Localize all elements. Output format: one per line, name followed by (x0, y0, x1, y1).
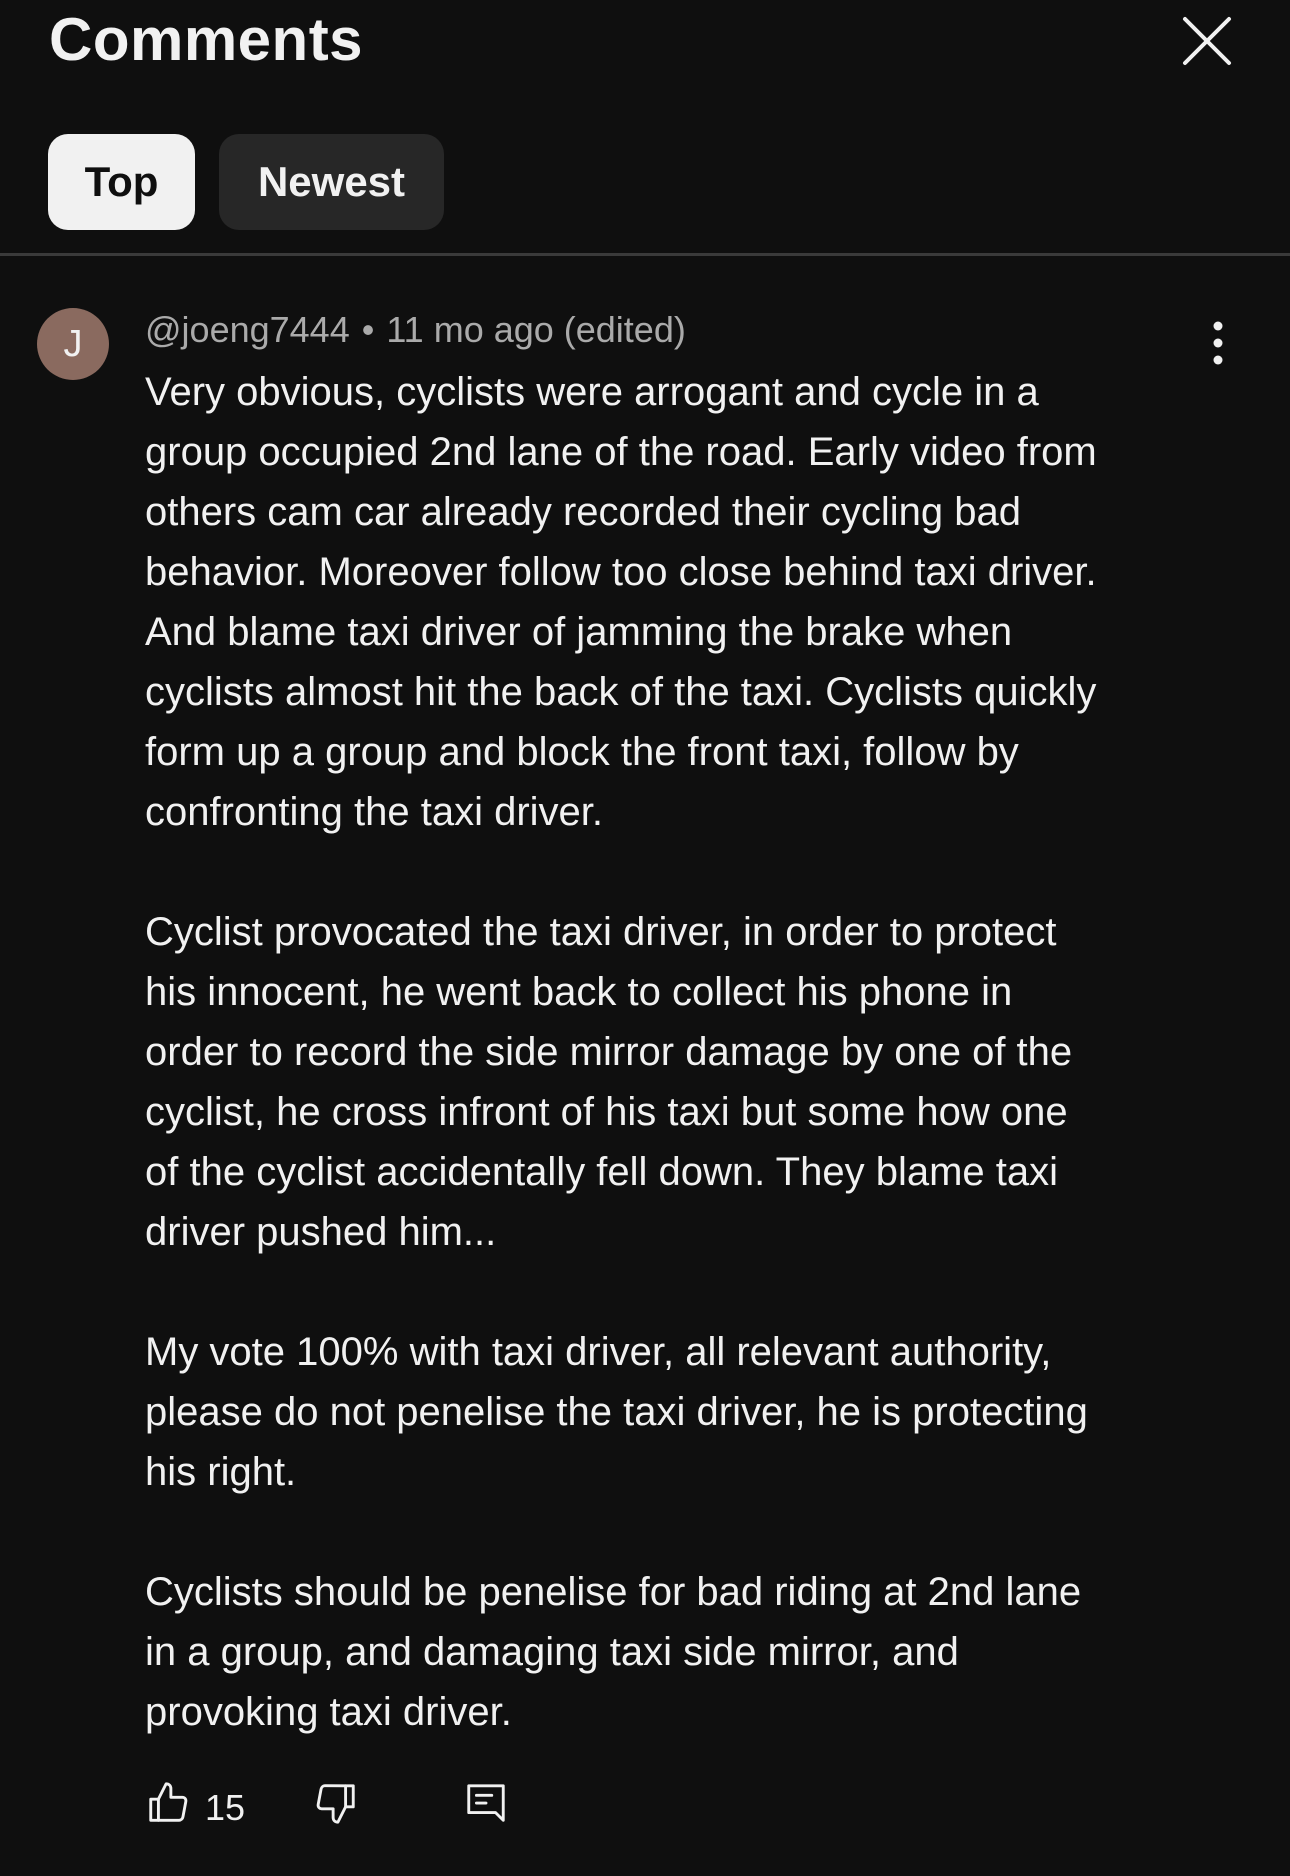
reply-button[interactable] (463, 1780, 509, 1831)
panel-title: Comments (49, 6, 364, 73)
comment-line: group occupied 2nd lane of the road. Ear… (145, 430, 1097, 474)
comment-paragraph-3: My vote 100% with taxi driver, all relev… (145, 1322, 1225, 1502)
avatar[interactable]: J (37, 308, 109, 380)
reply-icon (467, 1784, 505, 1822)
like-button[interactable] (145, 1780, 191, 1831)
author-handle[interactable]: @joeng7444 (145, 309, 350, 350)
comment-text: Very obvious, cyclists were arrogant and… (145, 362, 1225, 1802)
comment-line: And blame taxi driver of jamming the bra… (145, 610, 1013, 654)
comment-line: Cyclists should be penelise for bad ridi… (145, 1570, 1082, 1614)
comment-line: order to record the side mirror damage b… (145, 1030, 1073, 1074)
thumbs-up-icon (149, 1782, 188, 1822)
close-button[interactable] (1180, 14, 1234, 68)
comment-line: his right. (145, 1450, 297, 1494)
meta-separator: • (361, 309, 375, 350)
comment-line: Very obvious, cyclists were arrogant and… (145, 370, 1039, 414)
comment-line: his innocent, he went back to collect hi… (145, 970, 1013, 1014)
comment-meta: @joeng7444 • 11 mo ago (edited) (145, 306, 686, 354)
header-divider (0, 253, 1290, 256)
comment-menu-button[interactable] (1200, 318, 1236, 368)
close-icon (1183, 17, 1231, 65)
comment-line: Cyclist provocated the taxi driver, in o… (145, 910, 1057, 954)
comment-line: in a group, and damaging taxi side mirro… (145, 1630, 959, 1674)
comment-line: form up a group and block the front taxi… (145, 730, 1019, 774)
comment-time: 11 mo ago (edited) (386, 309, 686, 350)
comment-line: My vote 100% with taxi driver, all relev… (145, 1330, 1052, 1374)
comment-line: behavior. Moreover follow too close behi… (145, 550, 1097, 594)
comment-line: cyclist, he cross infront of his taxi bu… (145, 1090, 1068, 1134)
comment-line: of the cyclist accidentally fell down. T… (145, 1150, 1059, 1194)
comment-paragraph-2: Cyclist provocated the taxi driver, in o… (145, 902, 1225, 1262)
comment-line: cyclists almost hit the back of the taxi… (145, 670, 1097, 714)
comment-paragraph-1: Very obvious, cyclists were arrogant and… (145, 362, 1225, 842)
comment-line: others cam car already recorded their cy… (145, 490, 1021, 534)
comment-paragraph-4: Cyclists should be penelise for bad ridi… (145, 1562, 1225, 1742)
comment-line: confronting the taxi driver. (145, 790, 604, 834)
comment-line: provoking taxi driver. (145, 1690, 512, 1734)
comments-header: Comments Top Newest (0, 0, 1290, 256)
sort-chip-top[interactable]: Top (48, 134, 195, 230)
sort-chip-newest[interactable]: Newest (219, 134, 444, 230)
dislike-button[interactable] (313, 1780, 359, 1831)
comment-line: please do not penelise the taxi driver, … (145, 1390, 1088, 1434)
more-vertical-icon (1213, 321, 1223, 365)
comment-line: driver pushed him... (145, 1210, 497, 1254)
like-count: 15 (205, 1787, 246, 1828)
thumbs-down-icon (316, 1784, 355, 1824)
